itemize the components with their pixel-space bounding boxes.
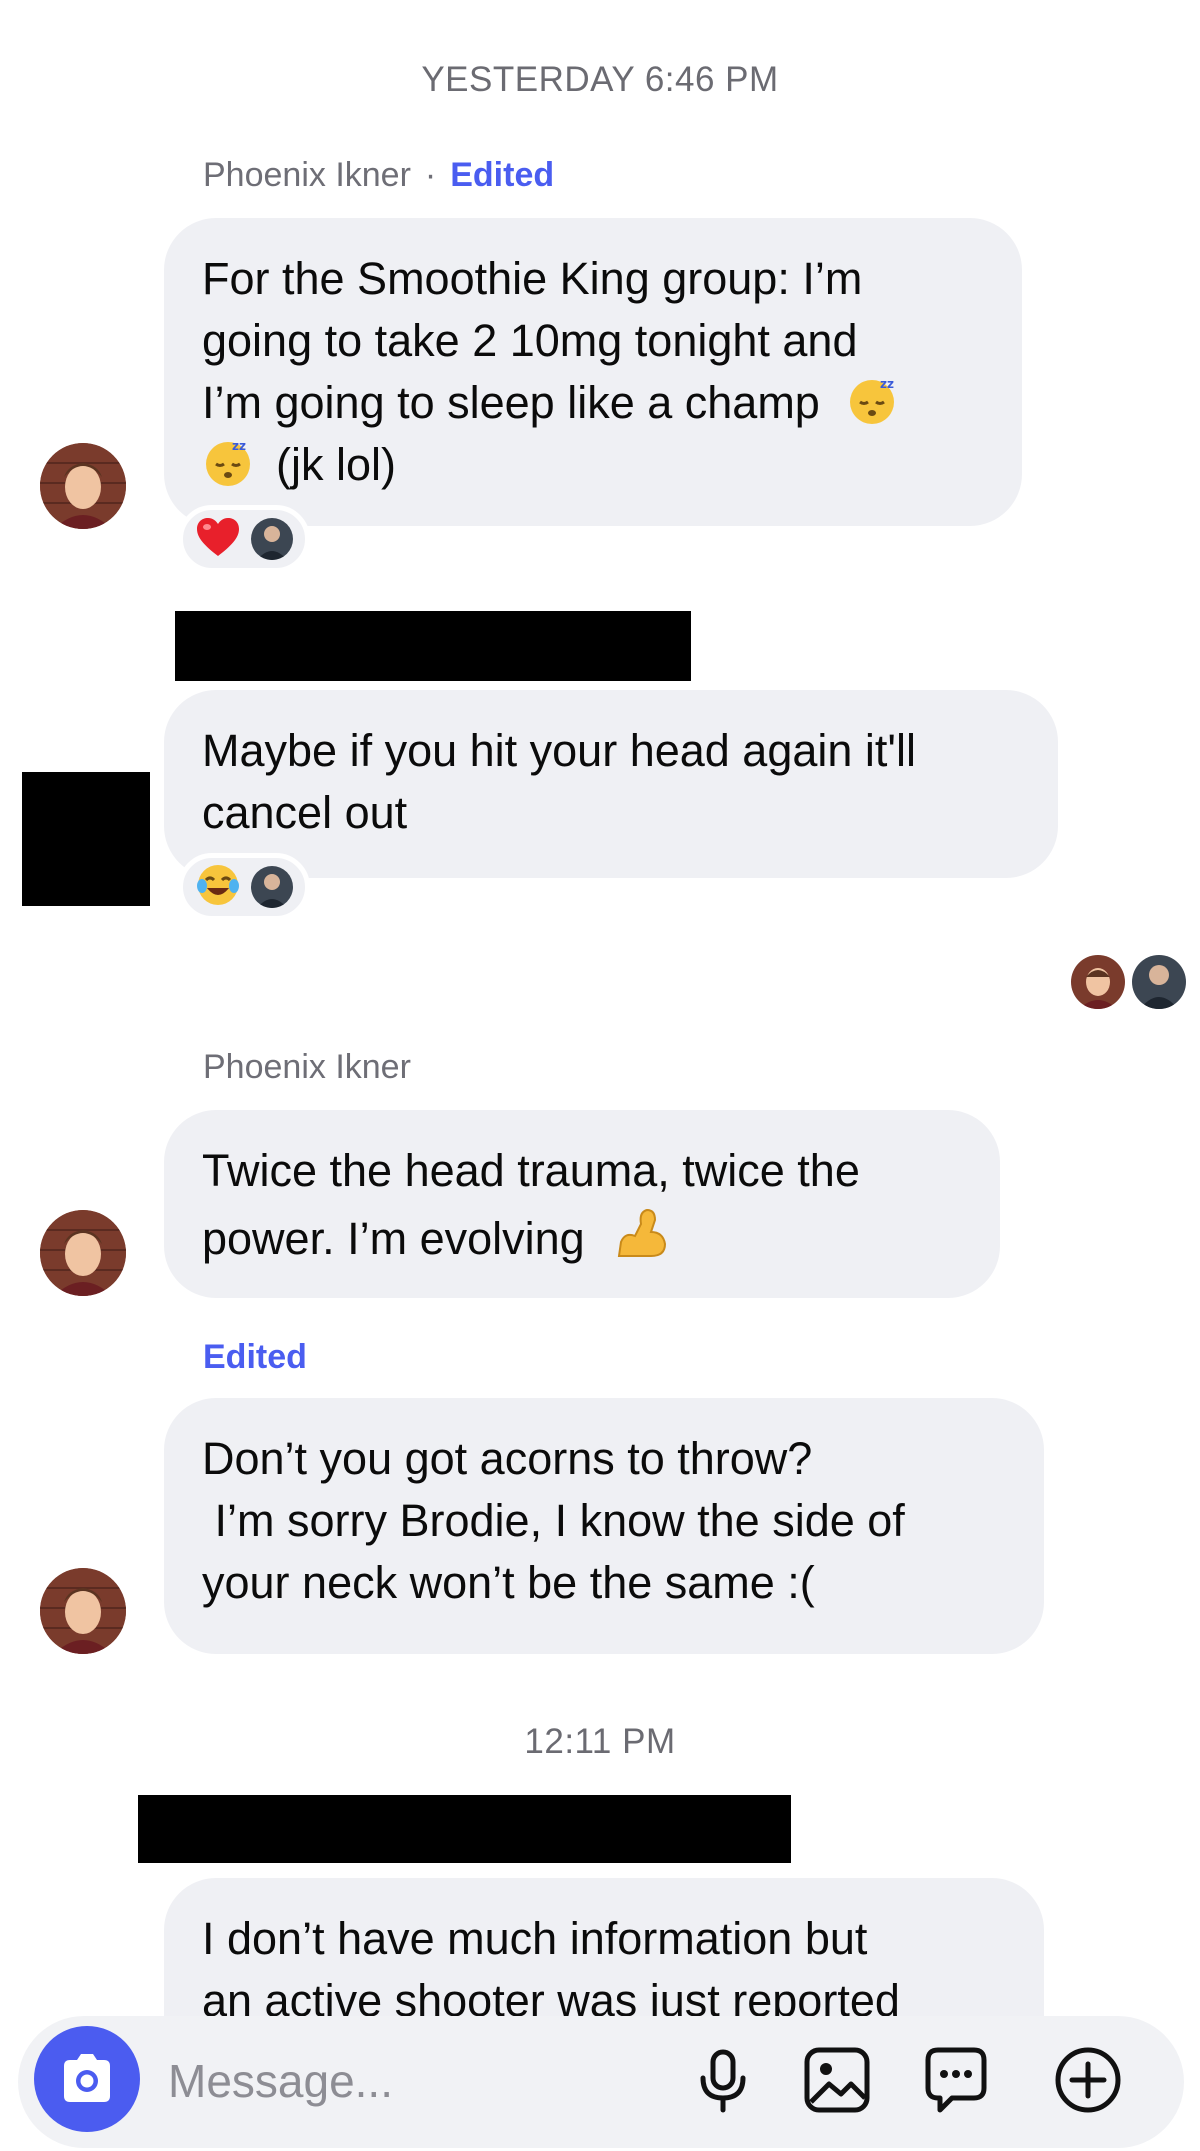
redacted-sender-name — [175, 611, 691, 681]
timestamp-today: 12:11 PM — [524, 1722, 676, 1761]
sleeping-face-emoji: zz — [846, 374, 898, 426]
message-line: going to take 2 10mg tonight and — [202, 315, 858, 366]
gallery-button[interactable] — [801, 2044, 873, 2116]
message-bubble[interactable]: For the Smoothie King group: I’m going t… — [164, 218, 1022, 526]
message-bubble[interactable]: I don’t have much information but an act… — [164, 1878, 1044, 2016]
reactor-avatar — [251, 518, 293, 560]
edited-label[interactable]: Edited — [203, 1338, 307, 1377]
message-line: an active shooter was just reported — [202, 1975, 900, 2016]
message-bubble[interactable]: Maybe if you hit your head again it'll c… — [164, 690, 1058, 878]
add-button[interactable] — [1052, 2044, 1124, 2116]
reactor-avatar — [251, 866, 293, 908]
heart-icon — [195, 516, 241, 563]
svg-text:zz: zz — [232, 439, 246, 453]
message-bubble[interactable]: Twice the head trauma, twice the power. … — [164, 1110, 1000, 1298]
reaction-pill[interactable] — [178, 853, 310, 921]
read-receipt-avatar — [1132, 955, 1186, 1009]
sender-name: Phoenix Ikner — [203, 1048, 411, 1086]
message-line: cancel out — [202, 787, 408, 838]
message-input[interactable] — [166, 2050, 670, 2112]
avatar[interactable] — [40, 1210, 126, 1296]
message-line: For the Smoothie King group: I’m — [202, 253, 863, 304]
message-line: I don’t have much information but — [202, 1913, 868, 1964]
microphone-button[interactable] — [687, 2044, 759, 2116]
plus-icon — [1055, 2047, 1121, 2113]
svg-text:zz: zz — [880, 377, 894, 391]
message-bubble-clip: I don’t have much information but an act… — [164, 1878, 1044, 2016]
sticker-chat-icon — [925, 2047, 987, 2113]
read-receipt-avatar — [1071, 955, 1125, 1009]
redacted-sender-name — [138, 1795, 791, 1863]
timestamp-yesterday: YESTERDAY 6:46 PM — [421, 60, 779, 99]
camera-icon — [64, 2054, 110, 2102]
camera-button[interactable] — [34, 2026, 140, 2132]
sleeping-face-emoji: zz — [202, 436, 254, 488]
message-bubble[interactable]: Don’t you got acorns to throw? I’m sorry… — [164, 1398, 1044, 1654]
tears-of-joy-icon — [195, 862, 241, 913]
message-header: Phoenix Ikner · Edited — [203, 156, 554, 195]
redacted-avatar — [22, 772, 150, 906]
separator-dot: · — [424, 156, 437, 194]
sender-name: Phoenix Ikner — [203, 156, 411, 194]
flexed-biceps-emoji — [611, 1202, 671, 1262]
avatar[interactable] — [40, 443, 126, 529]
message-line: I’m going to sleep like a champ — [202, 377, 820, 428]
message-line: (jk lol) — [276, 439, 396, 490]
message-line: power. I’m evolving — [202, 1213, 585, 1264]
message-line: Twice the head trauma, twice the — [202, 1145, 860, 1196]
sticker-button[interactable] — [918, 2042, 990, 2114]
avatar[interactable] — [40, 1568, 126, 1654]
message-line: your neck won’t be the same :( — [202, 1557, 815, 1608]
microphone-icon — [700, 2049, 746, 2113]
image-icon — [804, 2047, 870, 2113]
edited-label[interactable]: Edited — [450, 156, 554, 194]
message-line: Maybe if you hit your head again it'll — [202, 725, 917, 776]
message-line: I’m sorry Brodie, I know the side of — [202, 1495, 905, 1546]
reaction-pill[interactable] — [178, 505, 310, 573]
message-line: Don’t you got acorns to throw? — [202, 1433, 813, 1484]
